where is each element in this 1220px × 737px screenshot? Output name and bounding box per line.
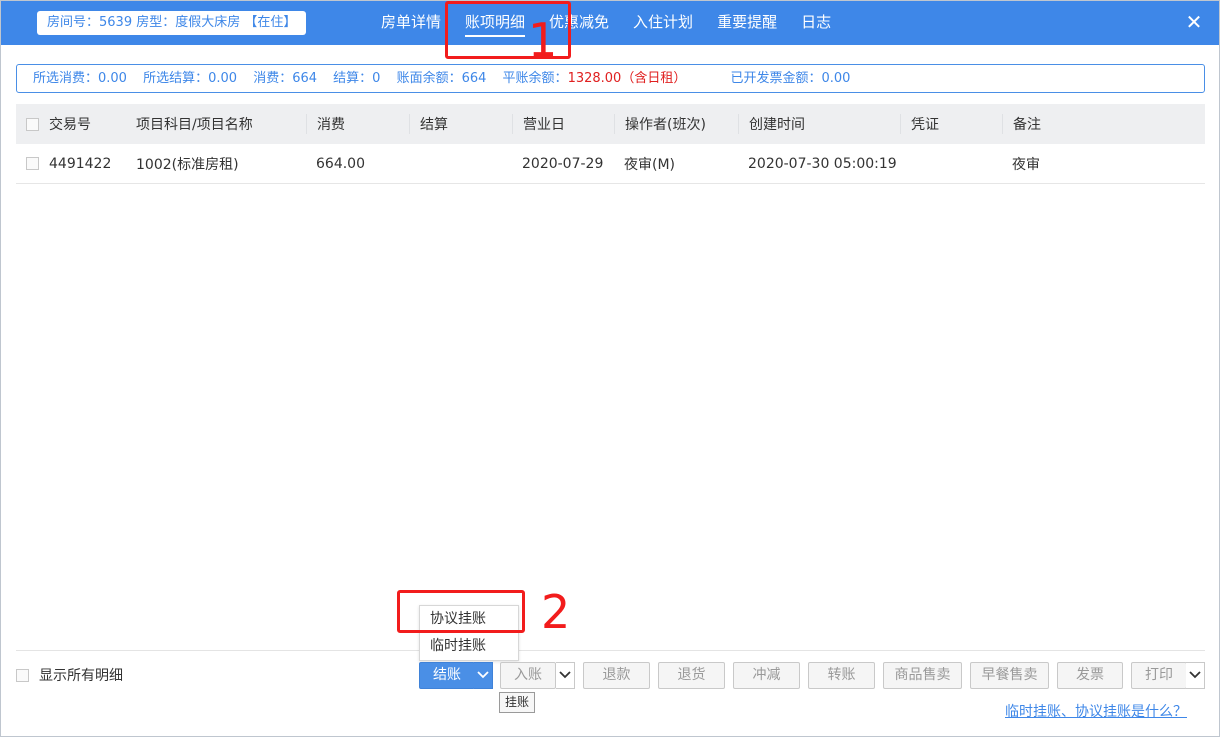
transfer-button[interactable]: 转账 (808, 662, 875, 689)
header-voucher: 凭证 (900, 114, 1002, 134)
chevron-down-icon (559, 671, 571, 679)
annotation-label-2: 2 (541, 585, 571, 639)
row-checkbox[interactable] (26, 157, 39, 170)
settle-total: 结算：0 (333, 71, 381, 86)
print-dropdown-toggle[interactable] (1186, 662, 1205, 689)
account-items-table: 交易号 项目科目/项目名称 消费 结算 营业日 操作者(班次) 创建时间 凭证 … (16, 104, 1205, 184)
credit-tooltip: 挂账 (499, 692, 536, 713)
book-balance: 账面余额：664 (396, 71, 487, 86)
txn-value: 4491422 (49, 155, 112, 172)
chevron-down-icon (477, 671, 489, 679)
header-settle: 结算 (409, 114, 512, 134)
close-icon[interactable]: ✕ (1183, 11, 1205, 33)
credit-help-link[interactable]: 临时挂账、协议挂账是什么？ (1005, 701, 1187, 721)
annotation-box-2 (397, 590, 525, 633)
goods-sale-button[interactable]: 商品售卖 (883, 662, 962, 689)
cell-created: 2020-07-30 05:00:19 (748, 155, 897, 172)
selected-consume: 所选消费：0.00 (33, 71, 127, 86)
cell-consume: 664.00 (316, 155, 365, 172)
table-header: 交易号 项目科目/项目名称 消费 结算 营业日 操作者(班次) 创建时间 凭证 … (16, 104, 1205, 144)
footer-divider (16, 650, 1205, 651)
header-created: 创建时间 (738, 114, 900, 134)
cell-txn: 4491422 (16, 156, 126, 172)
balance-label: 平账余额： (502, 71, 568, 86)
account-detail-window: 房间号：5639 房型：度假大床房 【在住】 房单详情 账项明细 优惠减免 入住… (0, 0, 1220, 737)
offset-button[interactable]: 冲减 (733, 662, 800, 689)
summary-bar: 所选消费：0.00 所选结算：0.00 消费：664 结算：0 账面余额：664… (16, 64, 1205, 93)
show-all-checkbox[interactable] (16, 668, 29, 682)
consume-total: 消费：664 (253, 71, 318, 86)
header-operator: 操作者(班次) (614, 114, 738, 134)
tab-room-details[interactable]: 房单详情 (381, 1, 441, 45)
cell-operator: 夜审(M) (624, 156, 676, 173)
table-row[interactable]: 4491422 1002(标准房租) 664.00 2020-07-29 夜审(… (16, 144, 1205, 184)
header-note: 备注 (1002, 114, 1205, 134)
header-biz-day: 营业日 (512, 114, 614, 134)
header-consume: 消费 (306, 114, 409, 134)
cell-item: 1002(标准房租) (136, 156, 239, 173)
header-txn: 交易号 (16, 114, 126, 134)
balance-group: 平账余额：1328.00（含日租） (503, 71, 687, 86)
cell-biz-day: 2020-07-29 (522, 155, 604, 172)
settle-button[interactable]: 结账 (419, 662, 475, 689)
header-item: 项目科目/项目名称 (136, 117, 253, 133)
invoice-button[interactable]: 发票 (1057, 662, 1123, 689)
show-all-label: 显示所有明细 (39, 668, 123, 684)
cell-note: 夜审 (1012, 156, 1040, 173)
room-info-badge: 房间号：5639 房型：度假大床房 【在住】 (37, 11, 307, 35)
invoiced-amount: 已开发票金额：0.00 (730, 71, 851, 86)
tab-log[interactable]: 日志 (801, 1, 831, 45)
balance-value: 1328.00（含日租） (567, 71, 687, 86)
post-button[interactable]: 入账 (500, 662, 556, 689)
print-button[interactable]: 打印 (1131, 662, 1187, 689)
tab-stay-plan[interactable]: 入住计划 (633, 1, 693, 45)
settle-dropdown-toggle[interactable] (474, 662, 493, 689)
refund-button[interactable]: 退款 (583, 662, 650, 689)
post-dropdown-toggle[interactable] (556, 662, 575, 689)
chevron-down-icon (1189, 671, 1201, 679)
breakfast-sale-button[interactable]: 早餐售卖 (970, 662, 1049, 689)
header-bar: 房间号：5639 房型：度假大床房 【在住】 房单详情 账项明细 优惠减免 入住… (1, 1, 1219, 45)
menu-item-temp-credit[interactable]: 临时挂账 (420, 633, 518, 660)
show-all-toggle[interactable]: 显示所有明细 (16, 665, 123, 685)
tab-reminders[interactable]: 重要提醒 (717, 1, 777, 45)
selected-settle: 所选结算：0.00 (143, 71, 238, 86)
annotation-label-1: 1 (528, 13, 558, 67)
select-all-checkbox[interactable] (26, 117, 39, 131)
col-txn-label: 交易号 (49, 117, 91, 133)
return-button[interactable]: 退货 (658, 662, 725, 689)
